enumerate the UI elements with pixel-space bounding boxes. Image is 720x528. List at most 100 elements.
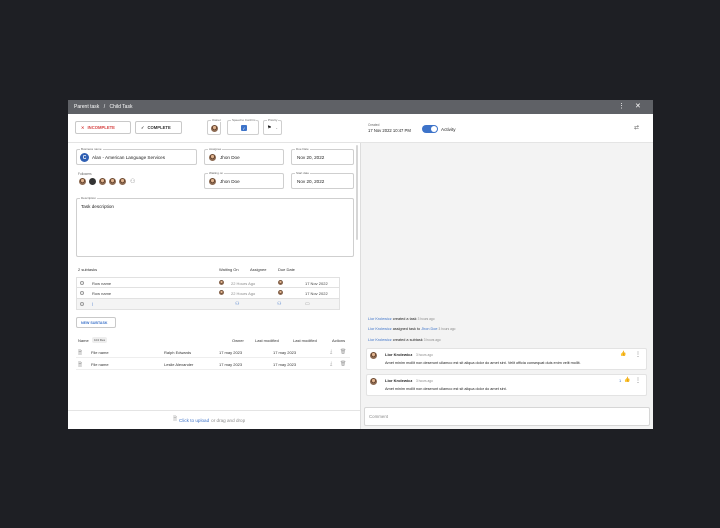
- file-row[interactable]: 🗎 File name Ralph Edwards 17 may 2023 17…: [76, 347, 350, 358]
- speed-label: Speed to Confirm: [231, 118, 257, 122]
- upload-link[interactable]: Click to upload: [179, 418, 209, 423]
- add-person-icon[interactable]: ⚇: [277, 301, 281, 307]
- avatar: [218, 279, 225, 286]
- business-name-label: Business name: [80, 147, 103, 151]
- comment-card: Lior Krolewicz 3 hours ago Amet minim mo…: [366, 348, 647, 370]
- more-vertical-icon[interactable]: ⋮: [635, 377, 641, 384]
- assignee-label: Assignee: [208, 147, 223, 151]
- comment-input[interactable]: Comment: [364, 407, 650, 426]
- complete-button[interactable]: ✓ COMPLETE: [135, 121, 182, 134]
- activity-user[interactable]: Lior Krolewicz: [368, 327, 392, 331]
- breadcrumb-parent[interactable]: Parent task: [74, 104, 99, 110]
- new-subtask-input[interactable]: |: [92, 301, 93, 306]
- subtask-due: 17 Nov 2022: [305, 291, 328, 296]
- pane-divider: [360, 143, 361, 429]
- followers-label: Followers: [78, 172, 92, 176]
- calendar-icon[interactable]: ▭: [305, 301, 310, 307]
- comment-text: Amet minim mollit non deserunt ullamco e…: [385, 361, 581, 365]
- comment-author[interactable]: Lior Krolewicz: [385, 352, 412, 357]
- priority-value: -: [276, 125, 278, 130]
- waiting-on-value: Jhon Doe: [220, 179, 240, 184]
- col-file-name: Name: [78, 338, 89, 343]
- checkbox-checked-icon[interactable]: ✓: [241, 125, 247, 131]
- owner-field[interactable]: Owner: [207, 118, 222, 135]
- business-name-value: Alan - American Language Services: [92, 155, 166, 160]
- file-modified: 17 may 2023: [219, 350, 243, 355]
- trash-icon[interactable]: 🗑: [340, 349, 346, 355]
- upload-hint: or drag and drop: [211, 417, 246, 423]
- activity-action: assigned task to: [392, 327, 421, 331]
- activity-time: 3 hours ago: [417, 317, 435, 321]
- avatar: [210, 124, 219, 133]
- thumbs-up-filled-icon[interactable]: 👍: [624, 377, 630, 383]
- subtask-radio[interactable]: [80, 291, 84, 295]
- activity-time: 3 hours ago: [438, 327, 456, 331]
- start-date-value: Nov 20, 2022: [297, 179, 325, 184]
- file-row[interactable]: 🗎 File name Leslie Alexander 17 may 2023…: [76, 359, 350, 370]
- due-date-field[interactable]: Due Date Nov 20, 2022: [291, 147, 354, 165]
- download-icon[interactable]: ⤓: [330, 349, 332, 355]
- check-icon: ✓: [141, 125, 145, 130]
- activity-target[interactable]: Jhon Doe: [421, 327, 437, 331]
- subtask-row[interactable]: Row name 22 Hours Ago 17 Nov 2022: [76, 288, 340, 299]
- subtask-row[interactable]: Row name 22 Hours Ago 17 Nov 2022: [76, 277, 340, 288]
- speed-to-confirm-field[interactable]: Speed to Confirm ✓: [227, 118, 259, 135]
- col-actions: Actions: [332, 338, 346, 343]
- subtask-name: Row name: [92, 291, 112, 296]
- follower-avatar[interactable]: [98, 177, 107, 186]
- incomplete-label: INCOMPLETE: [87, 125, 115, 130]
- add-follower-icon[interactable]: ⚇: [130, 178, 135, 185]
- activity-user[interactable]: Lior Krolewicz: [368, 338, 392, 342]
- like-count: 1: [619, 378, 622, 383]
- created-label: Created: [368, 123, 380, 127]
- breadcrumb: Parent task / Child Task: [74, 104, 132, 110]
- subtask-due: 17 Nov 2022: [305, 281, 328, 286]
- subtask-radio[interactable]: [80, 281, 84, 285]
- activity-toggle[interactable]: [422, 125, 438, 133]
- complete-label: COMPLETE: [147, 125, 171, 130]
- description-field[interactable]: Description Task description: [76, 196, 354, 257]
- toggle-knob: [431, 126, 437, 132]
- more-vertical-icon[interactable]: ⋮: [618, 102, 625, 110]
- followers-group: Followers ⚇: [78, 172, 135, 186]
- swap-icon[interactable]: ⇄: [634, 124, 639, 131]
- col-last-modified: Last modified: [255, 338, 279, 343]
- activity-log-entry: Lior Krolewicz assigned task to Jhon Doe…: [368, 327, 455, 331]
- new-subtask-button[interactable]: NEW SUBTASK: [76, 317, 116, 328]
- file-icon: 🗎: [78, 362, 83, 368]
- follower-avatar[interactable]: [78, 177, 87, 186]
- start-date-label: Start date: [295, 171, 311, 175]
- waiting-on-field[interactable]: Waiting on Jhon Doe: [204, 171, 284, 189]
- start-date-field[interactable]: Start date Nov 20, 2022: [291, 171, 354, 189]
- follower-avatar[interactable]: [88, 177, 97, 186]
- follower-avatar[interactable]: [118, 177, 127, 186]
- close-icon[interactable]: ✕: [635, 102, 641, 110]
- file-modified-2: 17 may 2023: [273, 362, 297, 367]
- file-owner: Ralph Edwards: [164, 350, 192, 355]
- file-modified: 17 may 2023: [219, 362, 243, 367]
- more-vertical-icon[interactable]: ⋮: [635, 351, 641, 358]
- left-scrollbar[interactable]: [356, 145, 358, 240]
- activity-action: created a subtask: [392, 338, 423, 342]
- comment-time: 3 hours ago: [416, 353, 433, 357]
- business-name-field[interactable]: Business name C Alan - American Language…: [76, 147, 197, 165]
- assignee-field[interactable]: Assignee Jhon Doe: [204, 147, 284, 165]
- follower-avatar[interactable]: [108, 177, 117, 186]
- add-person-icon[interactable]: ⚇: [235, 301, 239, 307]
- priority-field[interactable]: Priority ⚑ -: [263, 118, 282, 135]
- file-modified-2: 17 may 2023: [273, 350, 297, 355]
- avatar: [208, 153, 217, 162]
- close-icon: ✕: [81, 125, 85, 130]
- incomplete-button[interactable]: ✕ INCOMPLETE: [75, 121, 131, 134]
- new-subtask-row[interactable]: | ⚇ ⚇ ▭: [76, 299, 340, 310]
- subtask-radio[interactable]: [80, 302, 84, 306]
- activity-user[interactable]: Lior Krolewicz: [368, 317, 392, 321]
- trash-icon[interactable]: 🗑: [340, 361, 346, 367]
- avatar: [369, 377, 378, 386]
- comment-author[interactable]: Lior Krolewicz: [385, 378, 412, 383]
- upload-area[interactable]: 🗎 Click to upload or drag and drop: [173, 416, 245, 424]
- col-last-modified-2: Last modified: [293, 338, 317, 343]
- download-icon[interactable]: ⤓: [330, 361, 332, 367]
- thumbs-up-icon[interactable]: 👍: [620, 351, 626, 357]
- activity-log-entry: Lior Krolewicz created a subtask 3 hours…: [368, 338, 441, 342]
